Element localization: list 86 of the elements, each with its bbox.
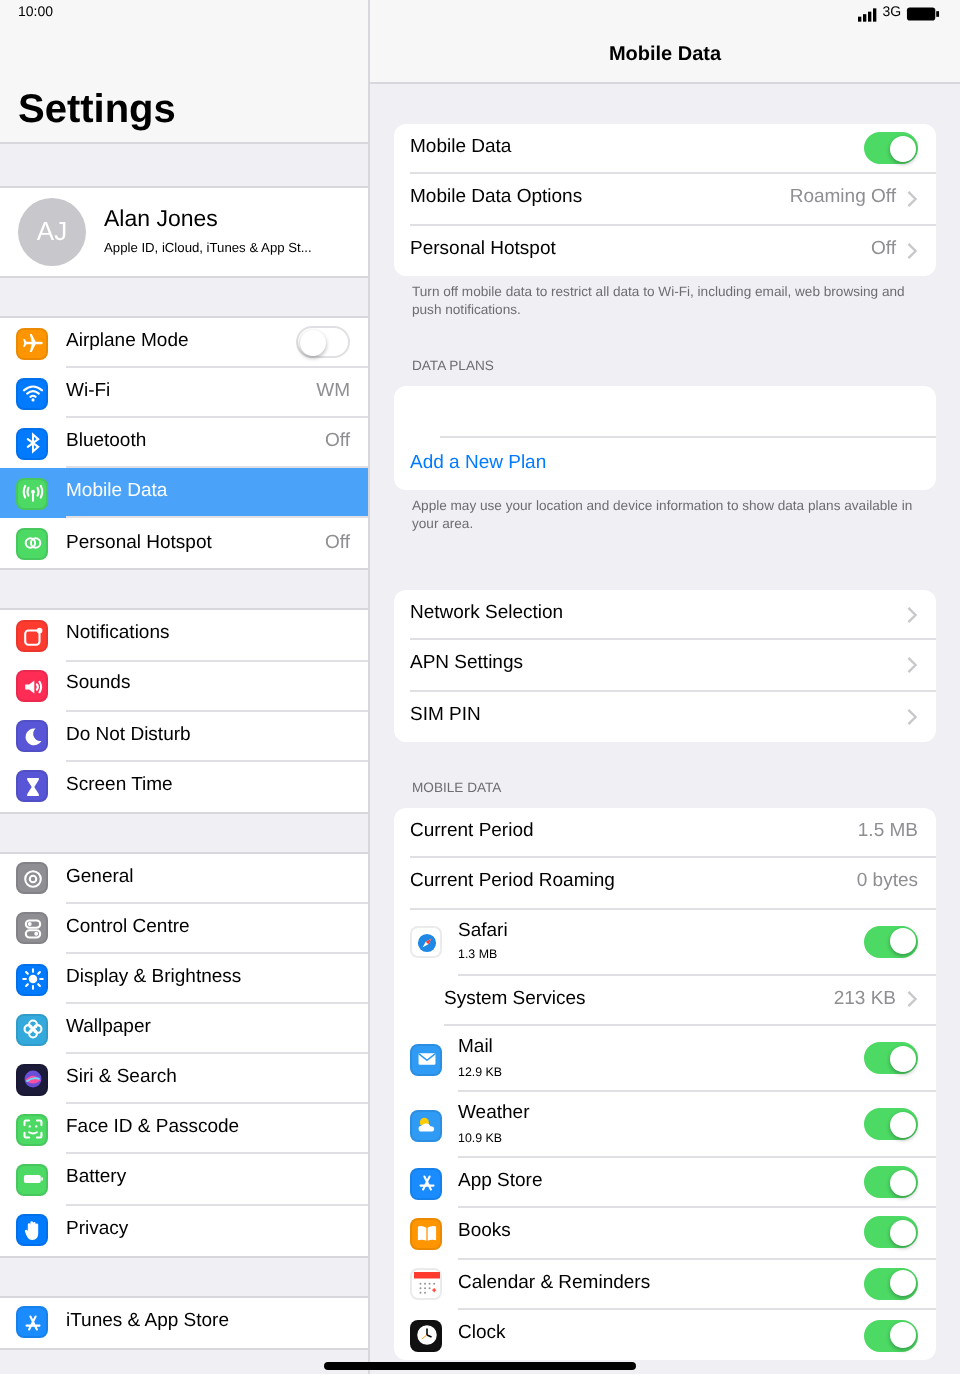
app-name: Books [458, 1218, 511, 1247]
item-label: Privacy [66, 1215, 129, 1244]
item-value: Off [325, 529, 350, 558]
screen-title: Mobile Data [606, 42, 724, 70]
row-label: Network Selection [410, 600, 564, 629]
item-label: Airplane Mode [66, 327, 189, 356]
battery-icon [906, 6, 940, 22]
toggle-switch[interactable] [864, 1166, 918, 1199]
chevron-icon [906, 241, 918, 260]
toggle-switch[interactable] [864, 925, 918, 958]
row-label: Current Period Roaming [410, 868, 615, 897]
chevron-icon [906, 189, 918, 208]
sidebar-item[interactable]: Siri & Search [0, 1054, 368, 1105]
item-label: Display & Brightness [66, 963, 242, 992]
sidebar-item[interactable]: Do Not Disturb [0, 711, 368, 762]
row-label: SIM PIN [410, 702, 481, 731]
add-plan-link[interactable]: Add a New Plan [410, 449, 547, 479]
row-value: Off [871, 236, 896, 265]
app-name: Mail [458, 1034, 495, 1063]
item-label: Wi-Fi [66, 378, 111, 407]
item-label: General [66, 863, 134, 892]
chevron-icon [906, 707, 918, 726]
avatar: AJ [18, 198, 86, 266]
sidebar-item[interactable]: Face ID & Passcode [0, 1104, 368, 1155]
sidebar-item[interactable]: Privacy [0, 1205, 368, 1256]
item-label: Do Not Disturb [66, 721, 191, 750]
sidebar-item[interactable]: Display & Brightness [0, 954, 368, 1005]
sidebar-item[interactable]: Wallpaper [0, 1004, 368, 1055]
item-label: Mobile Data [66, 478, 168, 507]
toggle-switch[interactable] [864, 1216, 918, 1249]
item-label: Notifications [66, 620, 170, 649]
sidebar-item[interactable]: Screen Time [0, 761, 368, 812]
sidebar-item[interactable]: Control Centre [0, 903, 368, 955]
profile-name: Alan Jones [104, 206, 220, 237]
sidebar-item[interactable]: Personal Hotspot Off [0, 518, 368, 569]
item-label: Control Centre [66, 913, 190, 942]
toggle-switch[interactable] [864, 1108, 918, 1141]
item-value: WM [316, 378, 350, 407]
row-value: 213 KB [833, 985, 896, 1014]
app-name: Weather [458, 1100, 530, 1129]
item-label: Battery [66, 1164, 127, 1193]
item-label: Bluetooth [66, 428, 147, 457]
settings-row[interactable]: Network Selection [394, 590, 936, 641]
sidebar-item[interactable]: iTunes & App Store [0, 1297, 368, 1348]
settings-row[interactable]: Personal Hotspot Off [394, 225, 936, 276]
app-name: Calendar & Reminders [458, 1269, 651, 1298]
item-label: iTunes & App Store [66, 1308, 230, 1337]
sidebar-item[interactable]: General [0, 853, 368, 904]
row-label: Current Period [410, 818, 534, 847]
item-label: Personal Hotspot [66, 529, 212, 558]
item-label: Sounds [66, 670, 131, 699]
row-label: APN Settings [410, 650, 523, 679]
item-label: Face ID & Passcode [66, 1114, 240, 1143]
signal-icon [857, 7, 878, 21]
page-title: Settings [18, 86, 178, 134]
settings-row[interactable]: Mobile Data Options Roaming Off [394, 174, 936, 226]
item-label: Wallpaper [66, 1014, 151, 1043]
toggle-switch[interactable] [864, 1267, 918, 1300]
settings-row[interactable]: APN Settings [394, 640, 936, 692]
sidebar-item[interactable]: Notifications [0, 610, 368, 662]
row-label: Personal Hotspot [410, 236, 556, 265]
sidebar-item[interactable]: Battery [0, 1154, 368, 1205]
row-value: Roaming Off [789, 184, 896, 213]
chevron-icon [906, 656, 918, 674]
toggle-switch[interactable] [296, 326, 350, 359]
sidebar-item[interactable]: Airplane Mode [0, 318, 368, 369]
row-value: 1.5 MB [857, 818, 918, 847]
chevron-icon [906, 605, 918, 624]
row-label: Mobile Data [410, 134, 512, 163]
toggle-switch[interactable] [864, 1042, 918, 1075]
chevron-icon [906, 990, 918, 1009]
row-label: System Services [444, 985, 586, 1014]
toggle-switch[interactable] [864, 132, 918, 165]
app-name: Safari [458, 917, 508, 946]
item-value: Off [325, 428, 350, 457]
settings-row[interactable]: System Services 213 KB [394, 975, 936, 1027]
toggle-switch[interactable] [864, 1319, 918, 1352]
item-label: Siri & Search [66, 1064, 177, 1093]
row-value: 0 bytes [856, 868, 918, 897]
sidebar-item[interactable]: Sounds [0, 661, 368, 712]
settings-row[interactable]: SIM PIN [394, 691, 936, 742]
app-name: Clock [458, 1320, 506, 1349]
row-label: Mobile Data Options [410, 184, 583, 213]
app-name: App Store [458, 1168, 543, 1197]
item-label: Screen Time [66, 772, 173, 801]
sidebar-item[interactable]: Wi-Fi WM [0, 368, 368, 419]
